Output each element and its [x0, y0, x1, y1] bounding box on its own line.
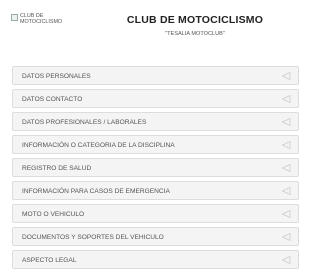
form-sections-accordion: DATOS PERSONALES DATOS CONTACTO DATOS PR… — [12, 66, 299, 273]
section-label: DOCUMENTOS Y SOPORTES DEL VEHICULO — [22, 234, 164, 241]
section-label: DATOS PROFESIONALES / LABORALES — [22, 119, 147, 126]
section-label: ASPECTO LEGAL — [22, 257, 77, 264]
logo-alt-text: CLUB DE MOTOCICLISMO — [20, 13, 63, 25]
broken-image-icon — [11, 14, 18, 21]
chevron-left-icon — [282, 164, 291, 172]
section-label: DATOS CONTACTO — [22, 96, 83, 103]
chevron-left-icon — [282, 187, 291, 195]
section-label: MOTO O VEHICULO — [22, 211, 85, 218]
chevron-left-icon — [282, 210, 291, 218]
section-categoria-disciplina[interactable]: INFORMACIÓN O CATEGORIA DE LA DISCIPLINA — [12, 135, 299, 154]
chevron-left-icon — [282, 118, 291, 126]
section-label: INFORMACIÓN O CATEGORIA DE LA DISCIPLINA — [22, 142, 175, 149]
chevron-left-icon — [282, 141, 291, 149]
section-aspecto-legal[interactable]: ASPECTO LEGAL — [12, 250, 299, 269]
section-datos-contacto[interactable]: DATOS CONTACTO — [12, 89, 299, 108]
section-documentos-vehiculo[interactable]: DOCUMENTOS Y SOPORTES DEL VEHICULO — [12, 227, 299, 246]
chevron-left-icon — [282, 72, 291, 80]
section-datos-personales[interactable]: DATOS PERSONALES — [12, 66, 299, 85]
page-subtitle: "TESALIA MOTOCLUB" — [165, 31, 225, 37]
section-datos-profesionales[interactable]: DATOS PROFESIONALES / LABORALES — [12, 112, 299, 131]
chevron-left-icon — [282, 233, 291, 241]
page-title: CLUB DE MOTOCICLISMO — [126, 14, 264, 26]
chevron-left-icon — [282, 95, 291, 103]
section-registro-salud[interactable]: REGISTRO DE SALUD — [12, 158, 299, 177]
section-label: DATOS PERSONALES — [22, 73, 91, 80]
chevron-left-icon — [282, 256, 291, 264]
section-label: REGISTRO DE SALUD — [22, 165, 92, 172]
section-label: INFORMACIÓN PARA CASOS DE EMERGENCIA — [22, 188, 170, 195]
club-logo: CLUB DE MOTOCICLISMO — [11, 13, 71, 25]
page-header: CLUB DE MOTOCICLISMO CLUB DE MOTOCICLISM… — [0, 0, 310, 60]
section-moto-vehiculo[interactable]: MOTO O VEHICULO — [12, 204, 299, 223]
section-casos-emergencia[interactable]: INFORMACIÓN PARA CASOS DE EMERGENCIA — [12, 181, 299, 200]
